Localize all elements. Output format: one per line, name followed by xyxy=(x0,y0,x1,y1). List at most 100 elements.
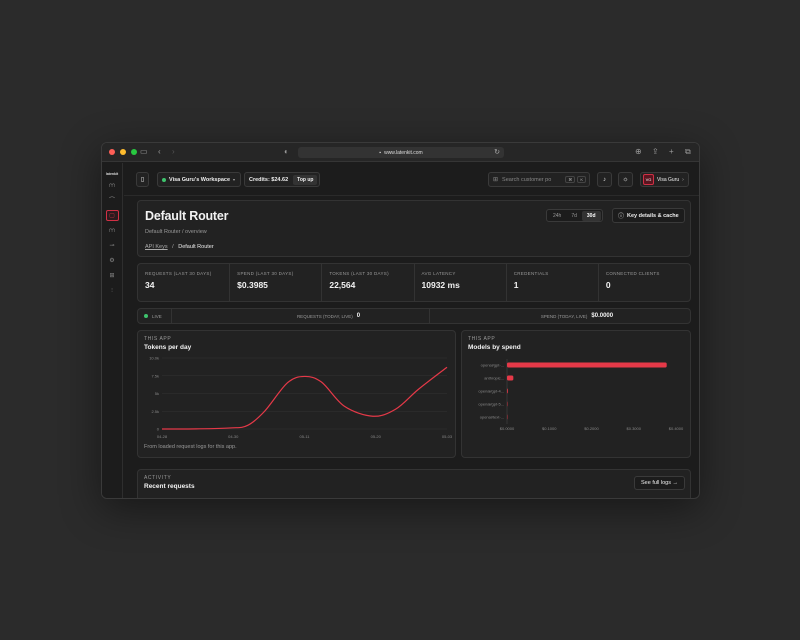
user-name: Visa Guru xyxy=(657,176,680,183)
breadcrumb-separator: / xyxy=(172,244,174,250)
workspace-status-dot xyxy=(162,177,166,182)
model-label: anthropic... xyxy=(484,376,504,381)
live-spend-value: $0.0000 xyxy=(591,313,614,319)
customer-search[interactable]: ⊞ Search customer po ⌘ K xyxy=(488,172,590,187)
stat-label: CREDENTIALS xyxy=(513,271,549,276)
bars-icon[interactable]: ⫶ xyxy=(106,285,119,296)
sidebar-toggle-icon[interactable]: ▭ xyxy=(140,147,148,157)
traffic-lights xyxy=(109,149,137,155)
tokens-line-chart: 0 2.5k 5k 7.5k 10.0k 04-28 04-30 05-11 05-20 05-0… xyxy=(149,356,453,440)
forward-icon[interactable]: › xyxy=(172,147,175,157)
panel-title: Models by spend xyxy=(468,344,521,351)
download-icon[interactable]: ⊕ xyxy=(635,147,642,157)
top-bar: ▯ Visa Guru's Workspace ▾ Credits: $24.6… xyxy=(124,163,699,196)
chevron-right-icon: › xyxy=(682,176,684,183)
live-dot xyxy=(144,314,148,318)
stat-label: TOKENS (LAST 30 DAYS) xyxy=(329,271,389,276)
stat-label: CONNECTED CLIENTS xyxy=(605,271,660,276)
stat-value: 0 xyxy=(605,280,611,290)
panel-kicker: THIS APP xyxy=(468,336,496,342)
stats-icon[interactable]: ⩋ xyxy=(106,225,119,236)
live-spend: SPEND (TODAY, LIVE) $0.0000 xyxy=(430,309,690,323)
x-tick-label: $0.4000 xyxy=(669,426,684,431)
stat-label: SPEND (LAST 30 DAYS) xyxy=(237,271,294,276)
range-24h[interactable]: 24h xyxy=(548,211,566,221)
panel-title: Tokens per day xyxy=(144,344,192,351)
browser-window: ▭ ‹ › ◐ ▪ www.latenkit.com ↻ ⊕ ⇪ + ⧉ lat… xyxy=(101,142,700,499)
chart-icon[interactable]: ⩋ xyxy=(106,180,119,191)
sun-icon: ☼ xyxy=(622,176,629,183)
tokens-per-day-panel: THIS APP Tokens per day 0 2.5k 5k 7.5k 10.0k… xyxy=(137,330,456,458)
tabs-overview-icon[interactable]: ⧉ xyxy=(685,147,691,157)
stat-clients: CONNECTED CLIENTS 0 xyxy=(599,264,690,301)
stat-requests: REQUESTS (LAST 30 DAYS) 34 xyxy=(138,264,231,301)
model-label: openai/text-... xyxy=(480,415,504,420)
main-content: ▯ Visa Guru's Workspace ▾ Credits: $24.6… xyxy=(124,163,699,498)
x-tick-label: $0.1000 xyxy=(542,426,557,431)
share-icon[interactable]: ⇪ xyxy=(652,147,659,157)
top-up-button[interactable]: Top up xyxy=(293,174,318,185)
settings-icon[interactable]: ⚙ xyxy=(106,255,119,266)
spend-bar xyxy=(507,375,514,381)
stat-value: 34 xyxy=(145,280,155,290)
lock-icon: ▪ xyxy=(379,149,382,156)
stat-credentials: CREDENTIALS 1 xyxy=(507,264,599,301)
router-icon[interactable]: ▢ xyxy=(105,210,119,221)
theme-toggle-button[interactable]: ☼ xyxy=(618,172,633,187)
live-strip: LIVE REQUESTS (TODAY, LIVE) 0 SPEND (TOD… xyxy=(137,308,691,324)
close-window-button[interactable] xyxy=(109,149,115,155)
search-icon: ⊞ xyxy=(493,177,499,183)
shield-icon[interactable]: ◐ xyxy=(284,147,289,157)
user-menu-button[interactable]: VG Visa Guru › xyxy=(640,172,689,187)
credits-text: Credits: $24.62 xyxy=(249,176,289,183)
see-full-logs-button[interactable]: See full logs → xyxy=(634,476,685,490)
breadcrumb-current: Default Router xyxy=(178,244,214,250)
stat-tokens: TOKENS (LAST 30 DAYS) 22,564 xyxy=(322,264,415,301)
spend-bar xyxy=(507,362,667,368)
activity-icon[interactable]: ⌒ xyxy=(106,195,119,206)
reload-icon[interactable]: ↻ xyxy=(494,148,500,157)
grid-icon[interactable]: ⊞ xyxy=(106,270,119,281)
router-header-card: Default Router Default Router / overview… xyxy=(137,200,691,257)
url-text: www.latenkit.com xyxy=(384,149,423,156)
x-tick-label: 04-28 xyxy=(157,434,168,439)
models-bar-chart: openai/gpt-... anthropic... openai/gpt-4..… xyxy=(478,359,684,431)
key-details-button[interactable]: ⓘ Key details & cache xyxy=(612,208,685,223)
info-icon: ⓘ xyxy=(618,214,625,220)
stat-label: AVG LATENCY xyxy=(421,271,456,276)
stat-value: 1 xyxy=(513,280,519,290)
tokens-series-line xyxy=(161,366,448,430)
minimize-window-button[interactable] xyxy=(120,149,126,155)
workspace-switcher[interactable]: Visa Guru's Workspace ▾ xyxy=(157,172,242,187)
y-tick-label: 2.5k xyxy=(151,409,159,414)
notifications-button[interactable]: ♪ xyxy=(597,172,612,187)
model-label: openai/gpt-5... xyxy=(478,402,504,407)
x-tick-label: $0.2000 xyxy=(584,426,599,431)
back-icon[interactable]: ‹ xyxy=(158,147,161,157)
url-bar[interactable]: ▪ www.latenkit.com ↻ xyxy=(298,147,504,158)
key-icon[interactable]: ⊸ xyxy=(106,240,119,251)
x-tick-label: 05-03 xyxy=(442,434,453,439)
stat-spend: SPEND (LAST 30 DAYS) $0.3985 xyxy=(230,264,323,301)
stat-value: 10932 ms xyxy=(421,280,460,290)
sidebar-collapse-button[interactable]: ▯ xyxy=(136,172,149,187)
y-tick-label: 10.0k xyxy=(149,356,159,361)
app-sidebar: latenkit ⩋ ⌒ ▢ ⩋ ⊸ ⚙ ⊞ ⫶ xyxy=(102,163,123,498)
panel-kicker: ACTIVITY xyxy=(144,475,172,481)
key-details-label: Key details & cache xyxy=(627,212,679,219)
zoom-window-button[interactable] xyxy=(131,149,137,155)
model-label: openai/gpt-... xyxy=(481,363,504,368)
new-tab-icon[interactable]: + xyxy=(669,147,674,157)
page-subtitle: Default Router / overview xyxy=(145,229,207,235)
live-label: LIVE xyxy=(152,313,162,319)
live-requests: REQUESTS (TODAY, LIVE) 0 xyxy=(172,309,430,323)
range-30d[interactable]: 30d xyxy=(581,210,601,221)
range-7d[interactable]: 7d xyxy=(566,211,582,221)
x-tick-label: 04-30 xyxy=(228,434,239,439)
stat-latency: AVG LATENCY 10932 ms xyxy=(415,264,507,301)
breadcrumb-api-keys[interactable]: API Keys xyxy=(145,244,168,250)
kbd-k: K xyxy=(577,176,586,183)
search-input[interactable]: Search customer po xyxy=(502,177,563,183)
app-logo[interactable]: latenkit xyxy=(102,172,122,176)
panel-kicker: THIS APP xyxy=(144,336,172,342)
